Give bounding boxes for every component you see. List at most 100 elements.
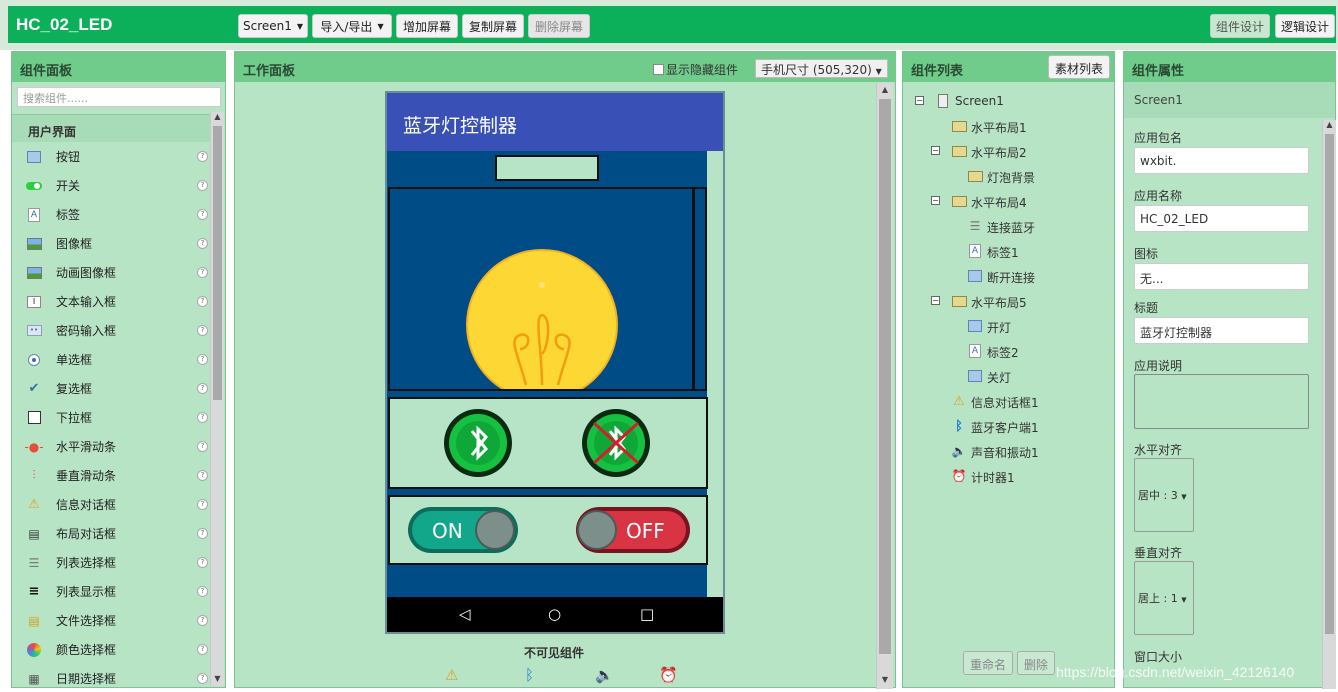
- palette-scrollbar[interactable]: ▲ ▼: [210, 112, 224, 686]
- connect-bluetooth-button[interactable]: [444, 409, 512, 477]
- properties-scroll-thumb[interactable]: [1325, 134, 1334, 634]
- delete-screen-button[interactable]: 删除屏幕: [528, 14, 590, 38]
- help-icon[interactable]: ?: [197, 383, 208, 394]
- palette-item[interactable]: ▤ 布局对话框?: [12, 519, 212, 548]
- title-field[interactable]: 蓝牙灯控制器: [1134, 317, 1309, 344]
- collapse-toggle-icon[interactable]: −: [915, 96, 924, 105]
- tree-node[interactable]: A 标签1: [903, 239, 1113, 264]
- scroll-down-icon[interactable]: ▼: [877, 675, 893, 687]
- palette-item[interactable]: •• 密码输入框?: [12, 316, 212, 345]
- clock-icon[interactable]: ⏰: [659, 666, 678, 684]
- tree-node[interactable]: 灯泡背景: [903, 164, 1113, 189]
- palette-item[interactable]: 按钮?: [12, 142, 212, 171]
- help-icon[interactable]: ?: [197, 238, 208, 249]
- rename-button[interactable]: 重命名: [963, 651, 1014, 675]
- scroll-down-icon[interactable]: ▼: [211, 674, 224, 686]
- help-icon[interactable]: ?: [197, 354, 208, 365]
- scroll-up-icon[interactable]: ▲: [1323, 120, 1336, 132]
- component-search-input[interactable]: 搜索组件......: [17, 87, 221, 107]
- bluetooth-icon[interactable]: ᛒ: [525, 666, 534, 684]
- help-icon[interactable]: ?: [197, 615, 208, 626]
- light-on-button[interactable]: [408, 507, 518, 553]
- delete-button[interactable]: 删除: [1017, 651, 1056, 675]
- screen-title-bar[interactable]: 蓝牙灯控制器: [387, 93, 723, 151]
- tree-node[interactable]: − Screen1: [903, 89, 1113, 114]
- help-icon[interactable]: ?: [197, 673, 208, 684]
- help-icon[interactable]: ?: [197, 644, 208, 655]
- help-icon[interactable]: ?: [197, 151, 208, 162]
- valign-select[interactable]: 居上 : 1 ▼: [1134, 561, 1194, 635]
- properties-scrollbar[interactable]: ▲: [1322, 120, 1336, 689]
- label-box[interactable]: [495, 155, 599, 181]
- collapse-toggle-icon[interactable]: −: [931, 196, 940, 205]
- tree-node[interactable]: − 水平布局2: [903, 139, 1113, 164]
- checkbox-icon[interactable]: [653, 64, 664, 75]
- screen-select[interactable]: Screen1 ▼: [238, 14, 308, 38]
- help-icon[interactable]: ?: [197, 470, 208, 481]
- help-icon[interactable]: ?: [197, 586, 208, 597]
- blocks-button[interactable]: 逻辑设计: [1275, 14, 1335, 38]
- help-icon[interactable]: ?: [197, 557, 208, 568]
- palette-item[interactable]: ⫶ 垂直滑动条?: [12, 461, 212, 490]
- palette-item[interactable]: A 标签?: [12, 200, 212, 229]
- tree-node[interactable]: ⚠ 信息对话框1: [903, 389, 1113, 414]
- help-icon[interactable]: ?: [197, 296, 208, 307]
- help-icon[interactable]: ?: [197, 412, 208, 423]
- help-icon[interactable]: ?: [197, 499, 208, 510]
- palette-item[interactable]: 开关?: [12, 171, 212, 200]
- palette-item[interactable]: ▤ 文件选择框?: [12, 606, 212, 635]
- help-icon[interactable]: ?: [197, 209, 208, 220]
- help-icon[interactable]: ?: [197, 325, 208, 336]
- help-icon[interactable]: ?: [197, 528, 208, 539]
- tree-node[interactable]: ☰ 连接蓝牙: [903, 214, 1113, 239]
- app-package-field[interactable]: wxbit.: [1134, 147, 1309, 174]
- notifier-icon[interactable]: ⚠: [445, 666, 458, 684]
- help-icon[interactable]: ?: [197, 441, 208, 452]
- tree-node[interactable]: 水平布局1: [903, 114, 1113, 139]
- tree-node[interactable]: 关灯: [903, 364, 1113, 389]
- tree-node[interactable]: A 标签2: [903, 339, 1113, 364]
- designer-button[interactable]: 组件设计: [1210, 14, 1270, 38]
- palette-item[interactable]: ☰ 列表选择框?: [12, 548, 212, 577]
- palette-item[interactable]: 动画图像框?: [12, 258, 212, 287]
- bulb-background[interactable]: [388, 187, 694, 391]
- palette-item[interactable]: -●- 水平滑动条?: [12, 432, 212, 461]
- assets-button[interactable]: 素材列表: [1047, 55, 1110, 79]
- tree-node[interactable]: − 水平布局5: [903, 289, 1113, 314]
- palette-item[interactable]: I 文本输入框?: [12, 287, 212, 316]
- phone-size-select[interactable]: 手机尺寸 (505,320) ▼: [755, 59, 888, 78]
- scroll-up-icon[interactable]: ▲: [877, 85, 893, 97]
- palette-item[interactable]: ⚠ 信息对话框?: [12, 490, 212, 519]
- import-export-button[interactable]: 导入/导出 ▼: [312, 14, 392, 38]
- tree-node[interactable]: ⏰ 计时器1: [903, 464, 1113, 489]
- palette-item[interactable]: ✔ 复选框?: [12, 374, 212, 403]
- icon-field[interactable]: 无...: [1134, 263, 1309, 290]
- tree-node[interactable]: 🔈 声音和振动1: [903, 439, 1113, 464]
- help-icon[interactable]: ?: [197, 180, 208, 191]
- copy-screen-button[interactable]: 复制屏幕: [462, 14, 524, 38]
- help-icon[interactable]: ?: [197, 267, 208, 278]
- palette-item[interactable]: ≡ 列表显示框?: [12, 577, 212, 606]
- sound-icon[interactable]: 🔈: [595, 666, 614, 684]
- tree-node[interactable]: 断开连接: [903, 264, 1113, 289]
- workspace-scroll-thumb[interactable]: [879, 99, 891, 654]
- collapse-toggle-icon[interactable]: −: [931, 296, 940, 305]
- add-screen-button[interactable]: 增加屏幕: [396, 14, 458, 38]
- show-hidden-checkbox[interactable]: 显示隐藏组件: [653, 61, 738, 78]
- workspace-scrollbar[interactable]: ▲ ▼: [876, 83, 893, 689]
- collapse-toggle-icon[interactable]: −: [931, 146, 940, 155]
- palette-item[interactable]: 图像框?: [12, 229, 212, 258]
- palette-item[interactable]: ▦ 日期选择框?: [12, 664, 212, 692]
- scroll-up-icon[interactable]: ▲: [211, 112, 224, 124]
- tree-node[interactable]: ᛒ 蓝牙客户端1: [903, 414, 1113, 439]
- disconnect-bluetooth-button[interactable]: [582, 409, 650, 477]
- app-name-field[interactable]: HC_02_LED: [1134, 205, 1309, 232]
- palette-section-user-interface[interactable]: 用户界面: [12, 114, 214, 142]
- palette-item[interactable]: 颜色选择框?: [12, 635, 212, 664]
- palette-item[interactable]: 单选框?: [12, 345, 212, 374]
- tree-node[interactable]: 开灯: [903, 314, 1113, 339]
- tree-node[interactable]: − 水平布局4: [903, 189, 1113, 214]
- palette-scroll-thumb[interactable]: [213, 126, 222, 400]
- palette-item[interactable]: 下拉框?: [12, 403, 212, 432]
- halign-select[interactable]: 居中 : 3 ▼: [1134, 458, 1194, 532]
